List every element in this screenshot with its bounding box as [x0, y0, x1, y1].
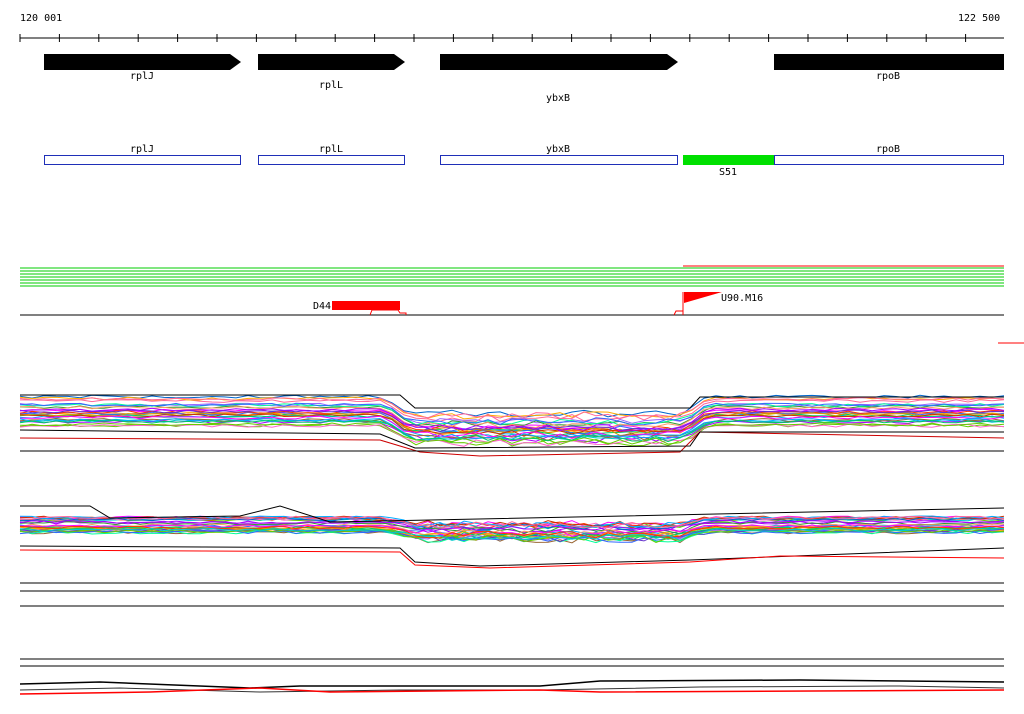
coverage-track-2	[19, 505, 1005, 569]
gene-arrow-rplL[interactable]	[258, 54, 405, 70]
gene-arrow-track	[44, 54, 1004, 70]
marker-bar-D44-D45[interactable]	[332, 301, 400, 310]
baseline-lines	[20, 582, 1004, 667]
gene-arrow-ybxB[interactable]	[440, 54, 678, 70]
gene-arrow-rpoB[interactable]	[774, 54, 1004, 70]
coverage-line	[19, 545, 1005, 567]
genome-browser-canvas[interactable]	[0, 0, 1024, 714]
gene-arrow-rplJ[interactable]	[44, 54, 241, 70]
ruler	[19, 34, 1004, 42]
coverage-line	[19, 679, 1005, 689]
reference-band	[20, 265, 1024, 344]
marker-flag-U90M16[interactable]	[684, 292, 722, 303]
coverage-track-1	[19, 394, 1005, 457]
marker-track	[20, 292, 1004, 316]
coverage-track-3	[19, 679, 1005, 695]
